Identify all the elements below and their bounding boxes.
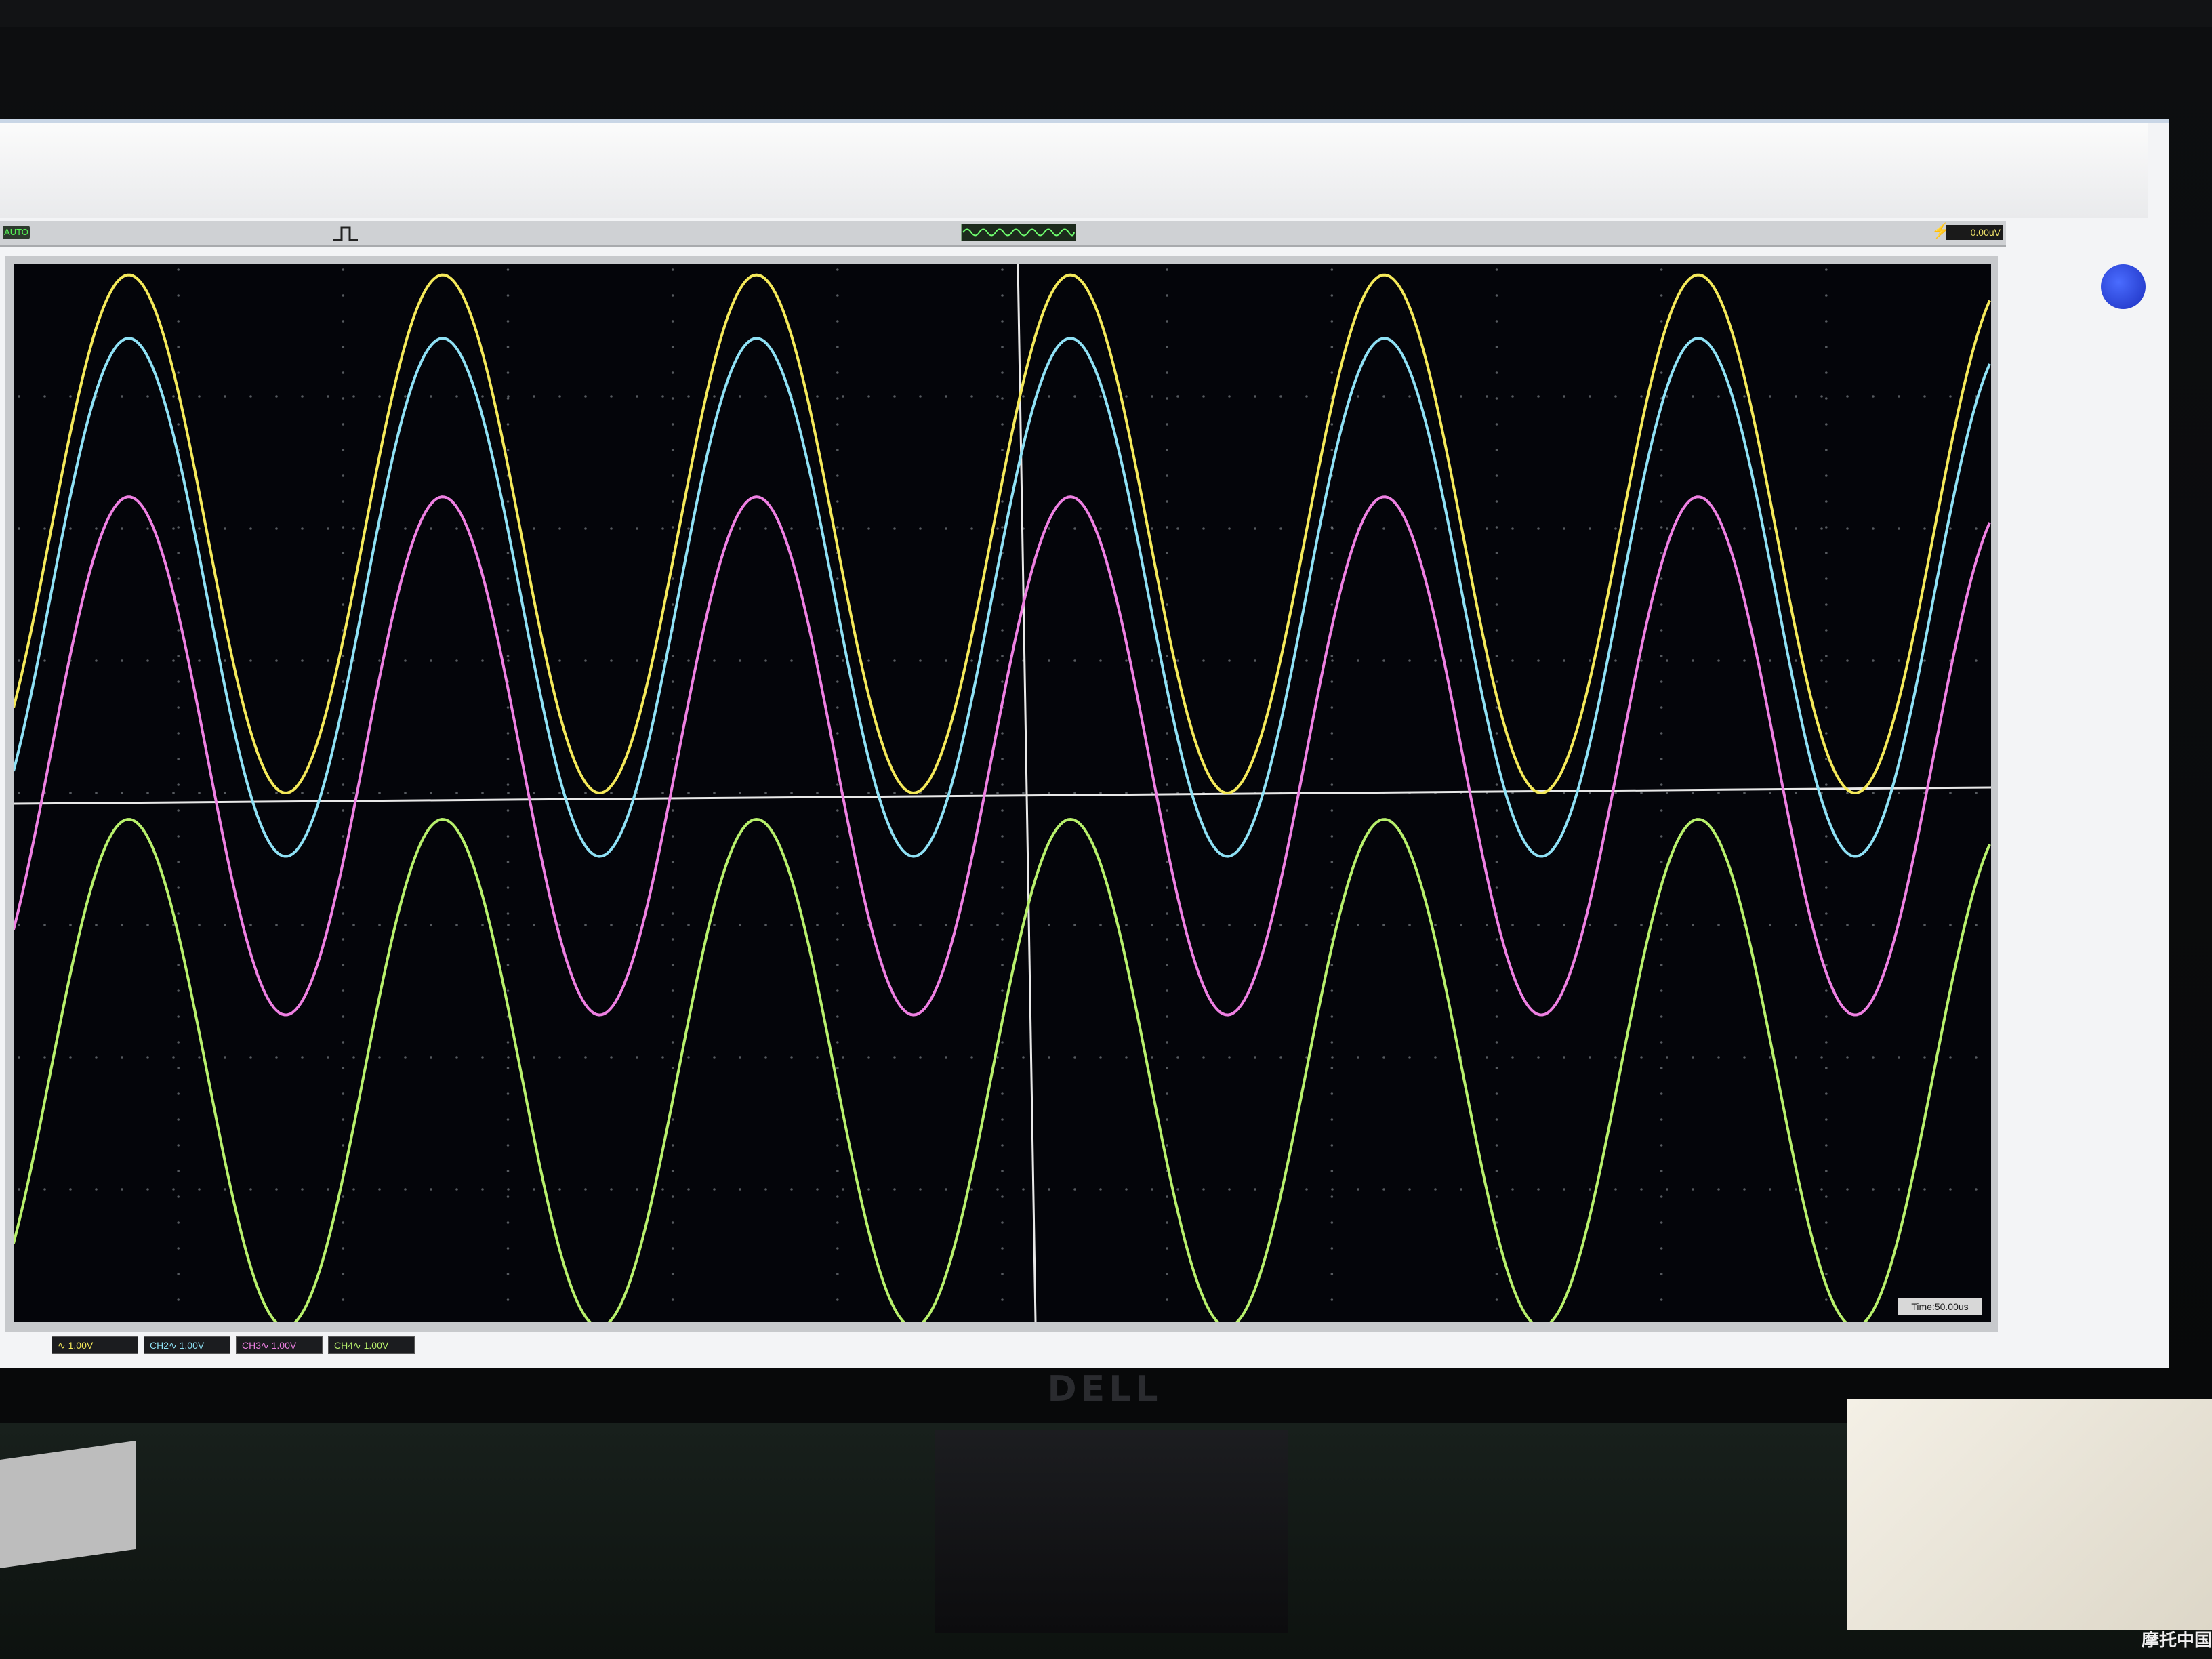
watermark: 摩托中国 <box>2141 1630 2212 1650</box>
vertical-axis <box>1017 264 1037 1322</box>
trace-ch4 <box>14 817 1991 1322</box>
channel-3-scale: CH3∿ 1.00V <box>242 1340 297 1351</box>
channel-1-scale: ∿ 1.00V <box>58 1340 94 1351</box>
center-axes <box>14 264 1991 1322</box>
waveform-plot[interactable] <box>14 264 1991 1322</box>
paper-stack <box>0 1440 136 1569</box>
trace-ch3 <box>14 495 1991 1017</box>
channel-4-scale: CH4∿ 1.00V <box>334 1340 389 1351</box>
monitor-stand <box>935 1430 1288 1633</box>
run-state-indicator[interactable]: AUTO <box>3 226 30 239</box>
channel-3-badge[interactable]: CH3∿ 1.00V <box>236 1336 323 1354</box>
app-toolbar <box>0 123 2148 218</box>
dial-icon[interactable] <box>2101 264 2146 309</box>
time-base-readout: Time:50.00us <box>1898 1298 1982 1315</box>
pulse-icon[interactable] <box>332 224 359 243</box>
channel-2-badge[interactable]: CH2∿ 1.00V <box>144 1336 230 1354</box>
traces <box>14 273 1991 1322</box>
trigger-level-readout[interactable]: 0.00uV <box>1946 225 2003 240</box>
grid-dots <box>18 268 1978 1301</box>
waveform-overview[interactable] <box>961 224 1076 241</box>
monitor-logo: DELL <box>1047 1369 1162 1410</box>
channel-4-badge[interactable]: CH4∿ 1.00V <box>328 1336 415 1354</box>
trace-ch1 <box>14 273 1991 795</box>
trace-ch2 <box>14 337 1991 858</box>
channel-1-badge[interactable]: ∿ 1.00V <box>52 1336 138 1354</box>
cardboard-box <box>1847 1399 2212 1630</box>
horizontal-axis <box>14 786 1991 805</box>
channel-2-scale: CH2∿ 1.00V <box>150 1340 205 1351</box>
rising-edge-icon[interactable]: ⚡ <box>1931 222 1950 240</box>
